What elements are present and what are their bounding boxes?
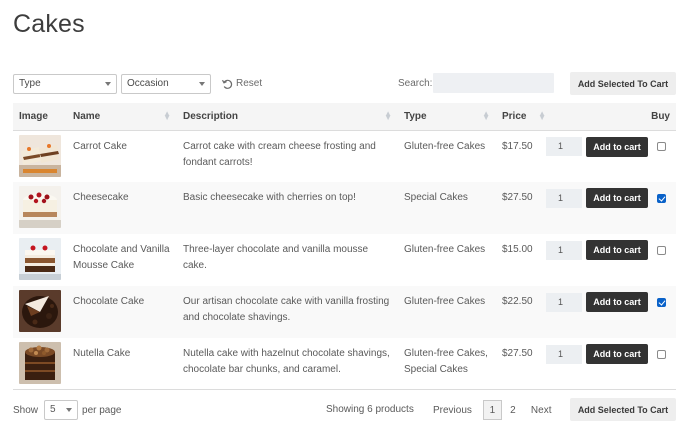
add-to-cart-button[interactable]: Add to cart — [586, 136, 648, 157]
add-to-cart-button[interactable]: Add to cart — [586, 292, 648, 312]
table-row: Carrot Cake Carrot cake with cream chees… — [13, 130, 676, 182]
add-to-cart-button[interactable]: Add to cart — [586, 240, 648, 260]
per-page-control: Show 5 per page — [13, 400, 122, 420]
product-name: Cheesecake — [73, 192, 129, 203]
column-header-name[interactable]: Name ▲ ▼ — [67, 103, 177, 131]
cheesecake-photo-icon[interactable] — [19, 186, 61, 228]
page-title: Cakes — [13, 10, 85, 38]
buy-checkbox[interactable] — [657, 349, 666, 359]
products-table: Image Name ▲ ▼ Description ▲ ▼ Type ▲ ▼ Price ▲… — [13, 103, 676, 390]
reset-button[interactable]: Reset — [221, 78, 262, 90]
product-price: $17.50 — [502, 140, 533, 152]
quantity-input[interactable]: 1 — [546, 292, 582, 312]
column-header-price[interactable]: Price ▲ ▼ — [496, 103, 546, 131]
product-price: $27.50 — [502, 348, 533, 359]
chevron-down-icon — [105, 81, 111, 86]
chevron-down-icon — [66, 408, 73, 412]
product-description: Three-layer chocolate and vanilla mousse… — [183, 244, 369, 271]
search-input[interactable] — [433, 73, 554, 93]
product-description: Basic cheesecake with cherries on top! — [183, 192, 356, 203]
table-row: Cheesecake Basic cheesecake with cherrie… — [13, 182, 676, 234]
nutella-cake-photo-icon[interactable] — [19, 342, 61, 384]
buy-checkbox[interactable] — [657, 245, 666, 255]
column-header-type[interactable]: Type ▲ ▼ — [398, 103, 496, 131]
table-header-row: Image Name ▲ ▼ Description ▲ ▼ Type ▲ ▼ Price ▲… — [13, 103, 676, 131]
table-row: Nutella Cake Nutella cake with hazelnut … — [13, 338, 676, 390]
show-label: Show — [13, 404, 39, 416]
chocolate-cake-photo-icon[interactable] — [19, 290, 61, 332]
type-filter-select[interactable]: Type — [13, 73, 117, 94]
reset-icon — [221, 79, 233, 89]
page-1-button[interactable]: 1 — [482, 400, 502, 420]
occasion-filter-select[interactable]: Occasion — [121, 73, 211, 94]
buy-checkbox[interactable] — [657, 193, 666, 203]
product-description: Nutella cake with hazelnut chocolate sha… — [183, 348, 390, 375]
type-filter-label: Type — [19, 77, 41, 89]
table-row: Chocolate Cake Our artisan chocolate cak… — [13, 286, 676, 338]
per-page-label: per page — [82, 404, 122, 416]
chevron-down-icon — [199, 81, 205, 86]
product-price: $27.50 — [502, 192, 533, 203]
reset-label: Reset — [236, 78, 263, 89]
occasion-filter-label: Occasion — [127, 77, 169, 89]
mousse-cake-photo-icon[interactable] — [19, 238, 61, 280]
product-description: Our artisan chocolate cake with vanilla … — [183, 296, 390, 323]
buy-checkbox[interactable] — [657, 297, 666, 307]
page-2-link[interactable]: 2 — [506, 405, 520, 416]
product-type: Special Cakes — [404, 192, 468, 203]
previous-page-link[interactable]: Previous — [433, 405, 472, 416]
add-to-cart-button[interactable]: Add to cart — [586, 344, 648, 364]
add-selected-to-cart-button-bottom[interactable]: Add Selected To Cart — [570, 398, 676, 421]
product-name: Chocolate and Vanilla Mousse Cake — [73, 244, 170, 271]
add-selected-to-cart-button[interactable]: Add Selected To Cart — [570, 72, 676, 95]
column-header-image: Image — [13, 103, 67, 131]
product-type: Gluten-free Cakes — [404, 296, 486, 307]
column-header-buy: Buy — [540, 103, 676, 131]
filter-bar: Type Occasion Reset — [13, 73, 262, 94]
table-divider — [13, 389, 676, 390]
sort-icon: ▲ ▼ — [482, 109, 490, 122]
product-price: $22.50 — [502, 296, 533, 307]
carrot-cake-photo-icon[interactable] — [19, 134, 61, 177]
product-type: Gluten-free Cakes — [404, 244, 486, 255]
product-count: Showing 6 products — [326, 404, 414, 415]
product-price: $15.00 — [502, 244, 533, 255]
per-page-value: 5 — [50, 404, 56, 415]
sort-icon: ▲ ▼ — [163, 109, 171, 122]
next-page-link[interactable]: Next — [531, 405, 552, 416]
product-description: Carrot cake with cream cheese frosting a… — [183, 140, 376, 168]
quantity-input[interactable]: 1 — [546, 240, 582, 260]
buy-checkbox[interactable] — [657, 142, 666, 151]
quantity-input[interactable]: 1 — [546, 137, 582, 156]
product-type: Gluten-free Cakes, Special Cakes — [404, 348, 488, 375]
quantity-input[interactable]: 1 — [546, 188, 582, 208]
product-name: Chocolate Cake — [73, 296, 145, 307]
table-row: Chocolate and Vanilla Mousse Cake Three-… — [13, 234, 676, 286]
pagination: Previous 1 2 Next — [433, 400, 559, 420]
sort-icon: ▲ ▼ — [384, 109, 392, 122]
per-page-select[interactable]: 5 — [44, 400, 79, 420]
search-label: Search: — [398, 78, 433, 89]
column-header-description[interactable]: Description ▲ ▼ — [177, 103, 398, 131]
product-type: Gluten-free Cakes — [404, 140, 486, 152]
product-name: Nutella Cake — [73, 348, 131, 359]
add-to-cart-button[interactable]: Add to cart — [586, 188, 648, 208]
quantity-input[interactable]: 1 — [546, 344, 582, 364]
product-name: Carrot Cake — [73, 140, 127, 152]
